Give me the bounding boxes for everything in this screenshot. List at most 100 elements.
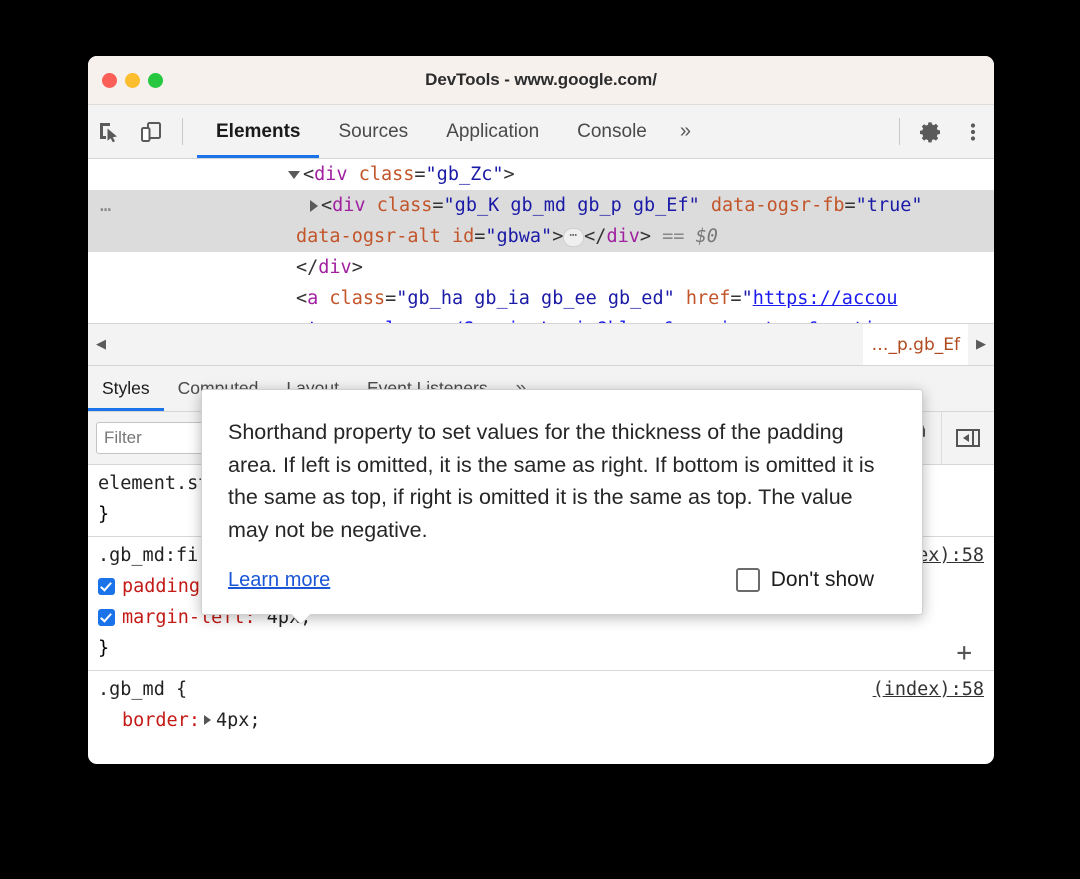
dom-token-plain — [366, 195, 377, 216]
dom-token-val: " — [742, 288, 753, 309]
dom-token-plain: < — [303, 164, 314, 185]
twisty-expanded-icon[interactable] — [288, 171, 300, 179]
breadcrumb-scroll-left-icon[interactable]: ◀ — [88, 337, 114, 352]
style-rule-selector[interactable]: .gb_md { — [98, 679, 187, 700]
twisty-collapsed-icon[interactable] — [310, 200, 318, 212]
dom-token-attr: class — [359, 164, 415, 185]
dom-token-attr: id — [452, 226, 474, 247]
declaration-property-name[interactable]: border: — [122, 710, 200, 729]
dom-token-val: "true" — [856, 195, 923, 216]
tab-styles[interactable]: Styles — [88, 366, 164, 411]
dom-token-val: "gbwa" — [485, 226, 552, 247]
dom-token-tag: div — [318, 257, 351, 278]
style-declaration[interactable]: border: 4px; — [88, 705, 994, 729]
dom-token-attr: data-ogsr-alt — [296, 226, 441, 247]
dom-tree-row[interactable]: <div class="gb_Zc"> — [88, 159, 994, 190]
devtools-panel-tabs: Elements Sources Application Console » — [197, 105, 705, 158]
tooltip-body-text: Shorthand property to set values for the… — [228, 416, 896, 546]
dom-token-tag: div — [332, 195, 365, 216]
style-rule[interactable]: .gb_md {(index):58border:4px;} — [88, 671, 994, 729]
dom-token-attr: class — [377, 195, 433, 216]
dom-token-plain — [675, 288, 686, 309]
dom-tree-row[interactable]: <a class="gb_ha gb_ia gb_ee gb_ed" href=… — [88, 283, 994, 314]
dom-token-plain: = — [432, 195, 443, 216]
style-rule-close-brace: } — [88, 633, 994, 664]
tooltip-arrow — [290, 614, 312, 625]
property-documentation-tooltip: Shorthand property to set values for the… — [201, 389, 923, 615]
dom-token-plain — [318, 288, 329, 309]
styles-filter-placeholder: Filter — [104, 428, 142, 448]
dom-token-plain: > — [640, 226, 662, 247]
dom-token-plain: > — [352, 257, 363, 278]
dom-tree-row[interactable]: …<div class="gb_K gb_md gb_p gb_Ef" data… — [88, 190, 994, 221]
dom-token-tag: a — [307, 288, 318, 309]
toolbar-divider-right — [899, 118, 900, 145]
dom-token-plain: </ — [296, 257, 318, 278]
dom-row-gutter-ellipsis-icon[interactable]: … — [100, 190, 112, 221]
dom-tree-row[interactable]: nts.google.com/ServiceLogin?hl=en&passiv… — [88, 314, 994, 323]
dom-token-attr: data-ogsr-fb — [711, 195, 845, 216]
dom-token-plain: > — [504, 164, 515, 185]
expand-shorthand-icon[interactable] — [204, 715, 211, 725]
window-titlebar: DevTools - www.google.com/ — [88, 56, 994, 105]
dom-token-plain — [441, 226, 452, 247]
more-options-icon[interactable] — [952, 105, 994, 158]
dom-tree-row[interactable]: data-ogsr-alt id="gbwa">⋯</div> == $0 — [88, 221, 994, 252]
style-rule-origin-link[interactable]: (index):58 — [873, 674, 984, 705]
dom-token-tag: div — [314, 164, 347, 185]
dom-token-plain: < — [321, 195, 332, 216]
dom-token-plain: > — [552, 226, 563, 247]
dont-show-control[interactable]: Don't show — [736, 568, 874, 592]
tab-application[interactable]: Application — [427, 105, 558, 158]
add-declaration-icon[interactable]: + — [956, 640, 972, 666]
dom-token-plain: </ — [584, 226, 606, 247]
collapsed-children-icon[interactable]: ⋯ — [563, 228, 584, 247]
dom-token-plain: = — [845, 195, 856, 216]
dom-token-plain: = — [730, 288, 741, 309]
tab-styles-label: Styles — [102, 378, 150, 399]
dom-token-val: "gb_Zc" — [426, 164, 504, 185]
tab-console-label: Console — [577, 121, 647, 143]
settings-gear-icon[interactable] — [910, 105, 952, 158]
tooltip-footer: Learn more Don't show — [228, 568, 896, 592]
dom-token-plain: = — [414, 164, 425, 185]
tab-sources[interactable]: Sources — [319, 105, 427, 158]
tab-elements[interactable]: Elements — [197, 105, 319, 158]
tab-sources-label: Sources — [338, 121, 408, 143]
window-title: DevTools - www.google.com/ — [88, 70, 994, 90]
declaration-property-value[interactable]: 4px; — [216, 710, 261, 729]
dom-token-plain: = — [385, 288, 396, 309]
style-rule-selector-line[interactable]: .gb_md { (index):58 — [88, 674, 994, 705]
breadcrumb-scroll-right-icon[interactable]: ▶ — [968, 337, 994, 352]
inspect-element-icon[interactable] — [88, 105, 130, 158]
dom-token-val: "gb_ha gb_ia gb_ee gb_ed" — [396, 288, 674, 309]
devtools-window: DevTools - www.google.com/ Elements Sour… — [88, 56, 994, 764]
dom-token-plain: = — [474, 226, 485, 247]
tab-application-label: Application — [446, 121, 539, 143]
dom-token-val: "gb_K gb_md gb_p gb_Ef" — [444, 195, 700, 216]
devtools-main-toolbar: Elements Sources Application Console » — [88, 105, 994, 159]
dom-tree-row[interactable]: </div> — [88, 252, 994, 283]
devtools-toolbar-right — [889, 105, 994, 158]
dom-token-plain: < — [296, 288, 307, 309]
tab-console[interactable]: Console — [558, 105, 666, 158]
breadcrumb: ◀ …_p.gb_Ef ▶ — [88, 323, 994, 366]
dom-token-plain — [348, 164, 359, 185]
dom-tree-panel[interactable]: <div class="gb_Zc">…<div class="gb_K gb_… — [88, 159, 994, 323]
dont-show-checkbox[interactable] — [736, 568, 760, 592]
toolbar-divider — [182, 118, 183, 145]
declaration-enabled-checkbox[interactable] — [98, 578, 115, 595]
dom-token-gray: == — [662, 226, 695, 247]
breadcrumb-crumb[interactable]: …_p.gb_Ef — [863, 324, 968, 365]
toggle-sidebar-icon[interactable] — [941, 412, 994, 464]
declaration-enabled-checkbox[interactable] — [98, 609, 115, 626]
dom-token-ital: $0 — [696, 226, 718, 247]
device-toolbar-icon[interactable] — [130, 105, 172, 158]
learn-more-link[interactable]: Learn more — [228, 569, 330, 592]
more-tabs-icon[interactable]: » — [666, 105, 705, 158]
dom-token-attr: class — [329, 288, 385, 309]
tab-elements-label: Elements — [216, 121, 300, 143]
dont-show-label: Don't show — [771, 568, 874, 592]
breadcrumb-crumb-list: …_p.gb_Ef — [114, 324, 968, 365]
dom-token-tag: div — [606, 226, 639, 247]
